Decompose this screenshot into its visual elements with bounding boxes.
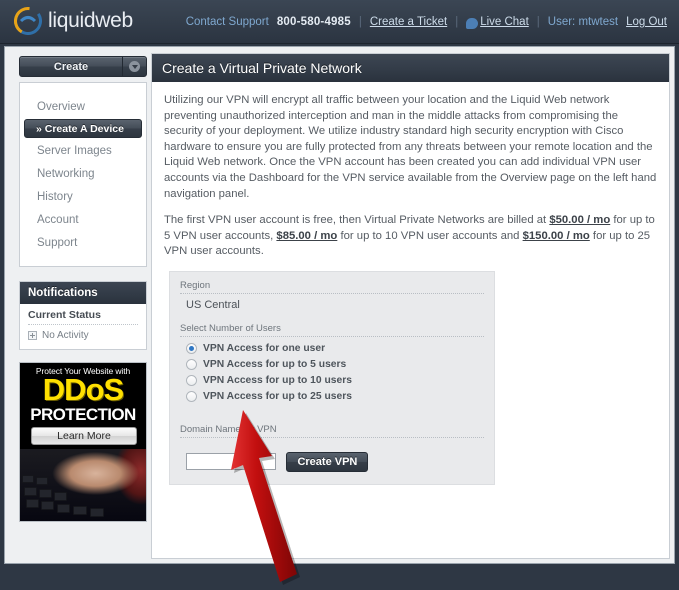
pricing-lead: The first VPN user account is free, then… [164, 214, 550, 227]
create-button-label: Create [53, 60, 89, 73]
sidebar-item-label: » Create A Device [36, 122, 124, 135]
ad-subhead: PROTECTION [30, 405, 136, 424]
notification-item[interactable]: No Activity [28, 325, 138, 341]
brand-logo-text: liquidweb [48, 9, 133, 32]
radio-indicator[interactable] [186, 359, 197, 371]
top-header-bar: liquidweb Contact Support 800-580-4985 |… [0, 0, 679, 44]
sidebar-item-label: History [37, 190, 73, 203]
live-chat-label: Live Chat [480, 16, 529, 28]
vpn-create-form: Region US Central Select Number of Users… [169, 270, 495, 485]
sidebar-item-label: Overview [37, 100, 85, 113]
notifications-panel: Notifications Current Status No Activity [19, 281, 147, 350]
sidebar-item-label: Account [37, 213, 79, 226]
select-users-label: Select Number of Users [180, 323, 484, 337]
create-vpn-button-label: Create VPN [297, 455, 358, 468]
create-vpn-button[interactable]: Create VPN [286, 451, 369, 472]
live-chat-link[interactable]: Live Chat [466, 16, 529, 29]
sidebar-item-label: Networking [37, 167, 95, 180]
radio-option-10-users[interactable]: VPN Access for up to 10 users [180, 374, 484, 388]
page-title: Create a Virtual Private Network [152, 54, 669, 83]
expand-plus-icon[interactable] [28, 331, 37, 340]
price-5-users: $50.00 / mo [549, 214, 611, 227]
header-separator-2: | [455, 16, 459, 28]
create-button[interactable]: Create [19, 56, 147, 77]
content-body: Utilizing our VPN will encrypt all traff… [152, 83, 669, 485]
header-links: Contact Support 800-580-4985 | Create a … [186, 0, 667, 44]
region-label: Region [180, 280, 484, 294]
form-spacer [180, 406, 484, 424]
current-status-label: Current Status [28, 309, 138, 325]
sidebar-item-overview[interactable]: Overview [20, 95, 146, 118]
ddos-protection-ad[interactable]: Protect Your Website with DDoS PROTECTIO… [19, 362, 147, 522]
chevron-down-icon [129, 61, 140, 72]
sidebar-item-create-a-device[interactable]: » Create A Device [24, 119, 142, 138]
contact-support-label: Contact Support [185, 16, 269, 28]
ad-keyboard-hands-photo [20, 449, 146, 521]
sidebar: Create Overview » Create A Device Server… [10, 53, 147, 522]
radio-label: VPN Access for up to 5 users [203, 359, 347, 371]
sidebar-item-server-images[interactable]: Server Images [20, 139, 146, 162]
support-phone-number: 800-580-4985 [276, 16, 351, 28]
create-ticket-link[interactable]: Create a Ticket [370, 16, 447, 28]
sidebar-item-support[interactable]: Support [20, 231, 146, 254]
ad-headline: DDoS [42, 372, 124, 407]
radio-option-25-users[interactable]: VPN Access for up to 25 users [180, 390, 484, 404]
region-value: US Central [186, 298, 240, 311]
main-content-panel: Create a Virtual Private Network Utilizi… [151, 53, 670, 559]
radio-label: VPN Access for up to 10 users [203, 375, 352, 387]
domain-name-label: Domain Name for VPN [180, 424, 484, 438]
vpn-pricing-paragraph: The first VPN user account is free, then… [164, 213, 657, 260]
radio-label: VPN Access for one user [203, 343, 326, 355]
domain-name-input[interactable] [186, 453, 276, 471]
current-user-label: User: mtwtest [547, 16, 619, 28]
radio-indicator[interactable] [186, 375, 197, 387]
liquidweb-swirl-logo-icon [14, 6, 43, 35]
radio-label: VPN Access for up to 25 users [203, 391, 352, 403]
radio-indicator[interactable] [186, 343, 197, 355]
sidebar-item-account[interactable]: Account [20, 208, 146, 231]
page-frame: Create Overview » Create A Device Server… [4, 46, 675, 585]
log-out-link[interactable]: Log Out [626, 16, 667, 28]
price-10-users: $85.00 / mo [276, 229, 338, 242]
notifications-title: Notifications [20, 282, 146, 304]
radio-option-5-users[interactable]: VPN Access for up to 5 users [180, 358, 484, 372]
learn-more-button[interactable]: Learn More [31, 427, 137, 445]
sidebar-item-label: Server Images [37, 144, 112, 157]
pricing-mid-2: for up to 10 VPN user accounts and [337, 229, 523, 242]
header-separator-1: | [358, 16, 362, 28]
radio-indicator[interactable] [186, 391, 197, 403]
create-button-dropdown[interactable] [122, 57, 146, 76]
vpn-description-paragraph: Utilizing our VPN will encrypt all traff… [164, 94, 657, 200]
no-activity-text: No Activity [42, 330, 89, 341]
brand-logo[interactable]: liquidweb [14, 6, 133, 35]
chat-bubble-icon [466, 17, 479, 29]
price-25-users: $150.00 / mo [522, 229, 590, 242]
sidebar-nav: Overview » Create A Device Server Images… [19, 82, 147, 267]
notifications-body: Current Status No Activity [20, 304, 146, 349]
sidebar-item-history[interactable]: History [20, 185, 146, 208]
radio-option-one-user[interactable]: VPN Access for one user [180, 342, 484, 356]
header-separator-3: | [536, 16, 540, 28]
sidebar-item-networking[interactable]: Networking [20, 162, 146, 185]
sidebar-item-label: Support [37, 236, 78, 249]
